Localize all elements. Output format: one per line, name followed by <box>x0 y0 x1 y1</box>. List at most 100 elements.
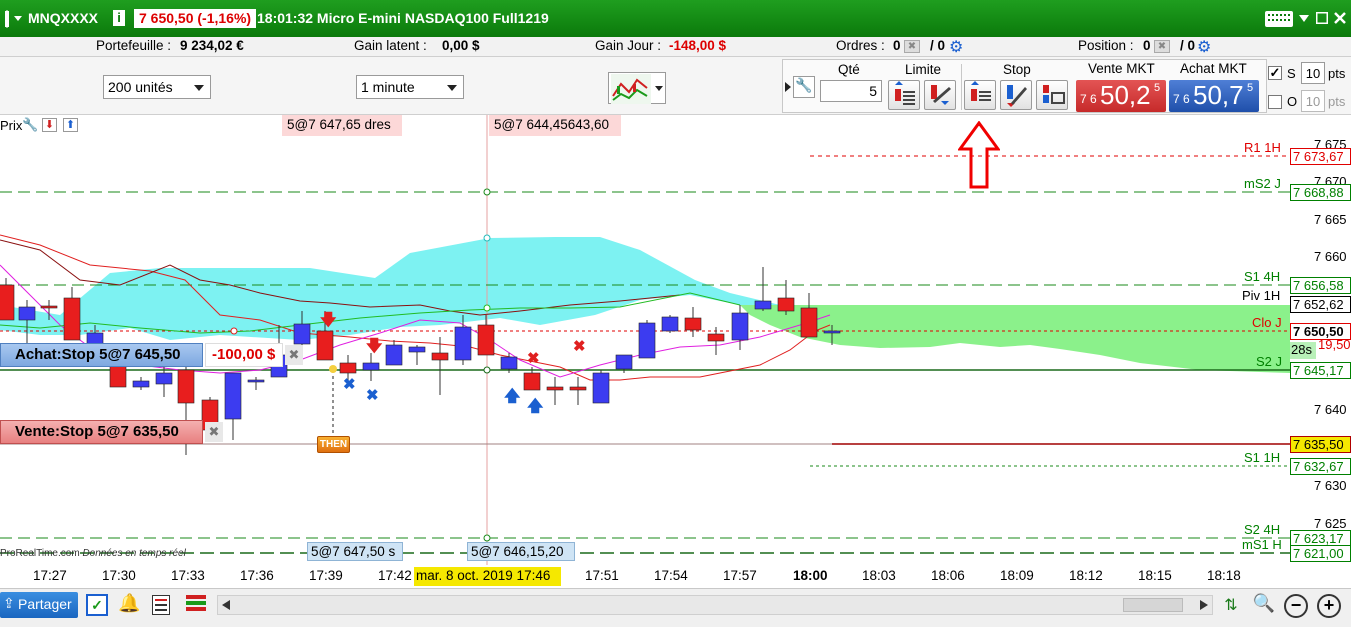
sell-stop-order-label[interactable]: Vente:Stop 5@7 635,50 <box>0 420 203 444</box>
time-axis[interactable]: 17:27 17:30 17:33 17:36 17:39 17:42 17:51 17:54… <box>0 565 1290 587</box>
annotation-box: 5@7 646,15,20 <box>467 542 575 561</box>
s-checkbox[interactable]: ✓ <box>1268 66 1282 80</box>
then-badge[interactable]: THEN <box>317 436 350 453</box>
day-gain-value: -148,00 $ <box>669 38 727 53</box>
buy-market-button[interactable]: 7 6 50,7 5 <box>1169 80 1259 112</box>
scroll-left-icon[interactable] <box>222 600 230 610</box>
horizontal-scrollbar[interactable] <box>217 595 1213 615</box>
limit-buy-button[interactable] <box>888 80 920 110</box>
price-level-value: 7 635,50 <box>1293 437 1344 452</box>
price-level-value: 7 623,17 <box>1293 531 1344 546</box>
collapse-arrow-icon[interactable] <box>785 82 791 92</box>
s-points-input[interactable]: 10 <box>1301 62 1325 84</box>
price-tick-label: 7 625 <box>1314 516 1347 531</box>
buy-stop-cancel-icon[interactable]: ✖ <box>285 345 303 365</box>
price-level-name: S1 1H <box>1244 450 1281 465</box>
chevron-down-icon <box>655 86 663 91</box>
alarm-icon[interactable]: 🔔 <box>118 593 140 617</box>
candle-body <box>40 305 58 309</box>
position-count: 0 <box>1143 38 1151 53</box>
keyboard-icon[interactable] <box>1265 11 1293 27</box>
units-select[interactable]: 200 unités <box>103 75 211 99</box>
buy-arrow-marker: 🡅 <box>527 397 544 415</box>
info-icon[interactable]: i <box>113 10 125 26</box>
settings-wrench-button[interactable]: 🔧 <box>793 76 815 98</box>
interval-select[interactable]: 1 minute <box>356 75 464 99</box>
price-level-name: S1 4H <box>1244 269 1281 284</box>
sell-stop-cancel-icon[interactable]: ✖ <box>205 422 223 442</box>
symbol-label[interactable]: MNQXXXX <box>28 10 98 26</box>
zoom-out-icon[interactable]: − <box>1284 594 1308 618</box>
orderbook-icon[interactable] <box>186 595 206 615</box>
candle-body <box>454 326 472 361</box>
price-level-value: 7 668,88 <box>1293 185 1344 200</box>
prix-label: Prix <box>0 118 23 133</box>
price-chart[interactable]: 🡇 🡇 ✖ ✖ ✖ ✖ 🡅 🡅 Prix 🔧 ⬇ ⬆ 5@7 647,65 dr… <box>0 115 1290 565</box>
zoom-up-icon[interactable]: ⬆ <box>63 118 78 132</box>
scroll-right-icon[interactable] <box>1200 600 1208 610</box>
list-icon[interactable] <box>152 595 170 615</box>
time-tick-label: 18:00 <box>793 568 828 583</box>
sell-stop-order-text: Vente:Stop 5@7 635,50 <box>15 423 179 440</box>
indicators-button[interactable] <box>608 72 666 104</box>
minimize-icon[interactable] <box>1299 15 1309 23</box>
time-tick-label: 18:18 <box>1207 568 1241 583</box>
o-points-input[interactable]: 10 <box>1301 90 1325 112</box>
position-close-icon[interactable]: ✖ <box>1154 40 1170 53</box>
scrollbar-thumb[interactable] <box>1123 598 1183 612</box>
close-icon[interactable] <box>1334 12 1346 24</box>
wrench-icon[interactable]: 🔧 <box>22 117 38 133</box>
up-arrow-annotation-icon <box>958 121 1000 189</box>
limit-label: Limite <box>905 62 942 77</box>
qty-input-value: 5 <box>869 83 877 99</box>
stop-bracket-icon <box>1043 85 1065 104</box>
order-panel: 🔧 Qté 5 Limite Stop Vente MKT 7 6 50,2 5… <box>782 59 1267 113</box>
position-gear-icon[interactable]: ⚙ <box>1197 37 1211 57</box>
cursor-marker <box>483 234 491 242</box>
sell-market-button[interactable]: 7 6 50,2 5 <box>1076 80 1166 112</box>
share-button-label: Partager <box>18 596 72 612</box>
price-level-name: Piv 1H <box>1242 288 1281 303</box>
annotation-text-2: dres <box>364 117 391 132</box>
cloud-area-green <box>740 305 1290 373</box>
stop-sell-button[interactable] <box>1000 80 1032 110</box>
price-chart-canvas[interactable]: 🡇 🡇 ✖ ✖ ✖ ✖ 🡅 🡅 <box>0 115 1290 565</box>
buy-stop-order-label[interactable]: Achat:Stop 5@7 645,50 <box>0 343 203 367</box>
latent-gain-label: Gain latent : <box>354 38 427 53</box>
cursor-time-text: mar. 8 oct. 2019 17:46 <box>416 568 551 583</box>
candle-body <box>638 322 656 359</box>
price-axis[interactable]: 7 675 7 670 7 665 7 660 7 640 7 630 7 625 7 67… <box>1290 115 1351 565</box>
sell-price-sup: 5 <box>1154 82 1161 94</box>
maximize-icon[interactable] <box>1316 12 1328 24</box>
stop-label: Stop <box>1003 62 1031 77</box>
zoom-fit-icon[interactable]: 🔍 <box>1252 593 1276 617</box>
candle-body <box>224 372 242 420</box>
o-checkbox[interactable] <box>1268 95 1282 109</box>
zoom-in-icon[interactable]: + <box>1317 594 1341 618</box>
data-credit: ProRealTime.com Données en temps réel <box>0 548 186 559</box>
s-pts-label: pts <box>1328 66 1346 81</box>
limit-sell-button[interactable] <box>924 80 956 110</box>
title-bar: MNQXXXX i 7 650,50 (-1,16%) 18:01:32 Mic… <box>0 0 1351 37</box>
buy-price-small: 7 6 <box>1173 92 1190 106</box>
qty-input[interactable]: 5 <box>820 80 882 102</box>
annotation-text: 5@7 647,65 <box>287 117 365 132</box>
buy-stop-order-text: Achat:Stop 5@7 645,50 <box>15 346 181 363</box>
orders-cancel-icon[interactable]: ✖ <box>904 40 920 53</box>
orders-gear-icon[interactable]: ⚙ <box>949 37 963 57</box>
buy-stop-pnl-text: -100,00 $ <box>212 346 276 363</box>
o-label: O <box>1287 94 1298 109</box>
cursor-marker <box>483 188 491 196</box>
ma-marker <box>230 327 238 335</box>
share-button[interactable]: ⇪ Partager <box>0 592 78 618</box>
autoscale-icon[interactable]: ⇅ <box>1220 595 1242 617</box>
then-badge-text: THEN <box>319 439 348 450</box>
portfolio-label: Portefeuille : <box>96 38 172 53</box>
chevron-down-icon[interactable] <box>14 16 22 22</box>
share-icon: ⇪ <box>3 595 15 611</box>
checklist-icon[interactable]: ✓ <box>86 594 108 616</box>
candles-icon[interactable] <box>2 10 12 28</box>
stop-buy-button[interactable] <box>964 80 996 110</box>
stop-bracket-button[interactable] <box>1036 80 1068 110</box>
zoom-down-icon[interactable]: ⬇ <box>42 118 57 132</box>
